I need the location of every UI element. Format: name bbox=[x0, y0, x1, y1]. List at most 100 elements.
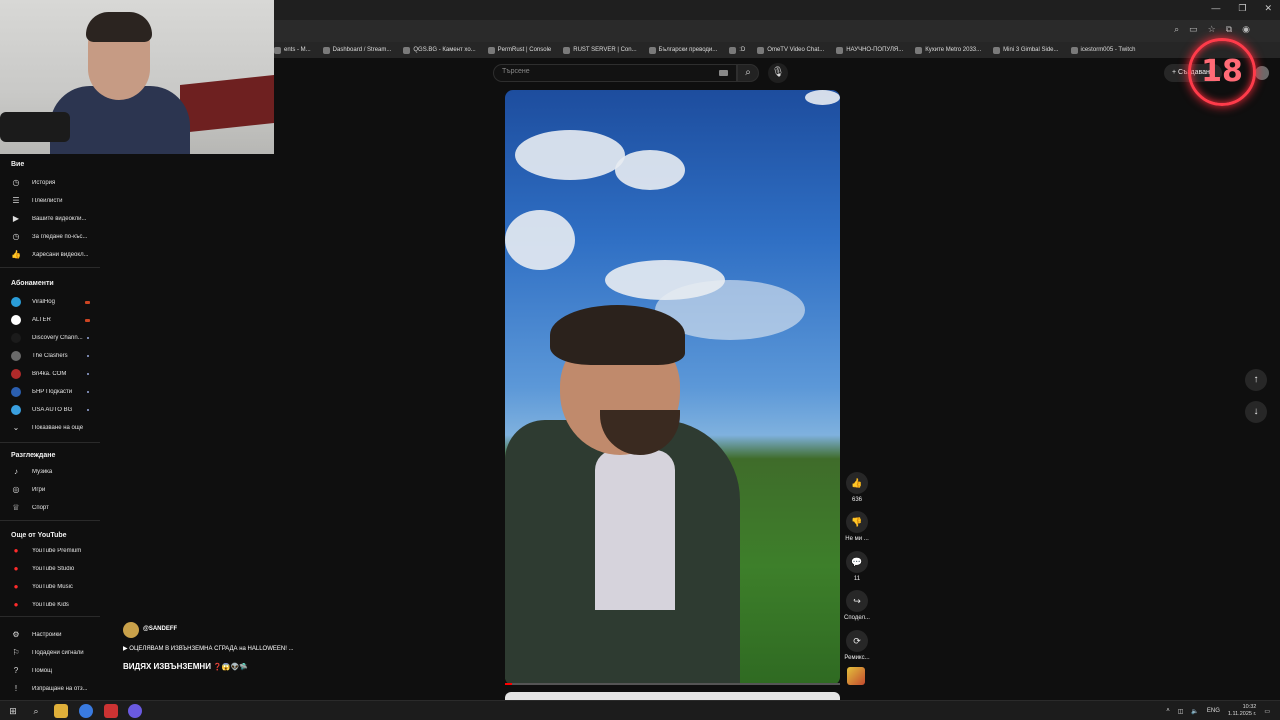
bookmark-item[interactable]: Mini 3 Gimbal Side... bbox=[993, 46, 1059, 54]
bookmark-item[interactable]: QGS.BG - Камент хо... bbox=[403, 46, 476, 54]
subscription-item[interactable]: БНР Подкасти bbox=[0, 384, 104, 400]
app-icon[interactable] bbox=[104, 704, 118, 718]
account-avatar[interactable] bbox=[1255, 66, 1269, 80]
profile-icon[interactable]: ◉ bbox=[1242, 24, 1250, 35]
sidebar-item[interactable]: 👍 Харесани видеокл... bbox=[0, 247, 104, 263]
cast-icon[interactable]: ▭ bbox=[1189, 24, 1198, 35]
youtube-app-item[interactable]: ● YouTube Music bbox=[0, 579, 104, 595]
youtube-app-item[interactable]: ● YouTube Kids bbox=[0, 597, 104, 613]
subscription-item[interactable]: Bri4ka. COM bbox=[0, 366, 104, 382]
sidebar-item[interactable]: ! Изпращане на отз... bbox=[0, 681, 104, 697]
bookmark-item[interactable]: RUST SERVER | Con... bbox=[563, 46, 637, 54]
sidebar-item-label: Музика bbox=[32, 469, 53, 475]
sidebar-item[interactable]: ◷ За гледане по-къс... bbox=[0, 229, 104, 245]
sidebar-item[interactable]: ♕ Спорт bbox=[0, 500, 104, 516]
notifications-icon[interactable]: ▭ bbox=[1264, 708, 1270, 715]
sidebar-section-more[interactable]: Още от YouTube bbox=[11, 532, 67, 539]
sidebar-section-subscriptions[interactable]: Абонаменти bbox=[11, 280, 54, 287]
youtube-app-item[interactable]: ● YouTube Studio bbox=[0, 561, 104, 577]
search-icon[interactable]: ⌕ bbox=[29, 704, 43, 718]
windows-taskbar: ⊞ ⌕ ˄ ◫ 🔈 ENG 10:32 1.11.2025 г. ▭ bbox=[0, 700, 1280, 720]
minimize-icon[interactable]: — bbox=[1211, 3, 1220, 14]
video-progress-bar[interactable] bbox=[505, 683, 840, 685]
bookmark-favicon-icon bbox=[1070, 46, 1078, 54]
related-video-link[interactable]: ▶ ОЦЕЛЯВАМ В ИЗВЪНЗЕМНА СГРАДА на HALLOW… bbox=[123, 645, 294, 652]
share-button[interactable]: ↪ Сподел... bbox=[843, 590, 871, 621]
sidebar-item[interactable]: ♪ Музика bbox=[0, 464, 104, 480]
file-explorer-icon[interactable] bbox=[54, 704, 68, 718]
previous-short-button[interactable]: ↑ bbox=[1245, 369, 1267, 391]
remix-button[interactable]: ⟳ Ремикс... bbox=[843, 630, 871, 661]
sports-icon: ♕ bbox=[12, 503, 20, 512]
channel-name[interactable]: @SANDEFF bbox=[143, 626, 177, 632]
search-icon: ⌕ bbox=[745, 67, 751, 78]
sidebar: Вие ◷ История ☰ Плейлисти ▶ Вашите видеокли...… bbox=[0, 156, 104, 696]
clock[interactable]: 10:32 1.11.2025 г. bbox=[1228, 704, 1256, 718]
like-icon: 👍 bbox=[846, 472, 868, 494]
subscription-item[interactable]: ALTER bbox=[0, 312, 104, 328]
bookmark-star-icon[interactable]: ☆ bbox=[1208, 24, 1216, 35]
bookmark-item[interactable]: icestorm005 - Twitch bbox=[1070, 46, 1135, 54]
sidebar-item[interactable]: ◷ История bbox=[0, 175, 104, 191]
channel-avatar[interactable] bbox=[123, 622, 139, 638]
extensions-icon[interactable]: ⧉ bbox=[1226, 24, 1232, 35]
show-more-button[interactable]: ⌄ Показване на още bbox=[0, 420, 104, 436]
next-short-button[interactable]: ↓ bbox=[1245, 401, 1267, 423]
sidebar-section-explore[interactable]: Разглеждане bbox=[11, 452, 55, 459]
bookmark-item[interactable]: Кухите Metro 2033... bbox=[915, 46, 981, 54]
short-video-player[interactable] bbox=[505, 90, 840, 685]
chrome-icon[interactable] bbox=[79, 704, 93, 718]
keyboard-icon[interactable] bbox=[719, 70, 728, 76]
subscription-item[interactable]: Discovery Chann... bbox=[0, 330, 104, 346]
bookmark-label: Dashboard / Stream... bbox=[332, 47, 392, 53]
sidebar-item-label: История bbox=[32, 180, 56, 186]
remix-icon: ⟳ bbox=[846, 630, 868, 652]
obs-icon[interactable] bbox=[128, 704, 142, 718]
dislike-button[interactable]: 👎 Не ми ... bbox=[843, 511, 871, 542]
bookmark-item[interactable]: НАУЧНО-ПОПУЛЯ... bbox=[836, 46, 903, 54]
subscription-item[interactable]: ViralHog bbox=[0, 294, 104, 310]
close-icon[interactable]: ✕ bbox=[1264, 3, 1272, 14]
sidebar-item-label: Настройки bbox=[32, 632, 62, 638]
channel-avatar-icon bbox=[11, 333, 21, 343]
tray-chevron-icon[interactable]: ˄ bbox=[1166, 708, 1170, 714]
search-input[interactable]: Търсене bbox=[493, 64, 737, 82]
bookmark-item[interactable]: ents - M... bbox=[274, 46, 311, 54]
sidebar-section-you[interactable]: Вие bbox=[11, 161, 24, 168]
new-content-dot bbox=[87, 409, 89, 411]
bookmark-item[interactable]: :D bbox=[729, 46, 745, 54]
sidebar-divider bbox=[0, 267, 100, 268]
bookmark-label: RUST SERVER | Con... bbox=[573, 47, 637, 53]
sidebar-item[interactable]: ⚐ Подадени сигнали bbox=[0, 645, 104, 661]
sidebar-item[interactable]: ◎ Игри bbox=[0, 482, 104, 498]
history-icon: ◷ bbox=[12, 178, 20, 187]
language-indicator[interactable]: ENG bbox=[1207, 708, 1220, 714]
search-button[interactable]: ⌕ bbox=[737, 64, 759, 82]
bookmark-label: Български преводи... bbox=[658, 47, 718, 53]
bookmark-item[interactable]: OmeTV Video Chat... bbox=[757, 46, 824, 54]
subscription-item[interactable]: The Clashers bbox=[0, 348, 104, 364]
arrow-down-icon: ↓ bbox=[1253, 406, 1259, 417]
bookmark-item[interactable]: Български преводи... bbox=[648, 46, 718, 54]
sidebar-item[interactable]: ? Помощ bbox=[0, 663, 104, 679]
zoom-icon[interactable]: ⌕ bbox=[1174, 24, 1179, 35]
start-icon[interactable]: ⊞ bbox=[6, 704, 20, 718]
restore-icon[interactable]: ❐ bbox=[1238, 3, 1246, 14]
webcam-overlay bbox=[0, 0, 274, 154]
live-indicator bbox=[85, 319, 90, 322]
bookmark-favicon-icon bbox=[836, 46, 844, 54]
like-button[interactable]: 👍 636 bbox=[843, 472, 871, 503]
subscription-item[interactable]: USA AUTO BG bbox=[0, 402, 104, 418]
sidebar-item[interactable]: ▶ Вашите видеокли... bbox=[0, 211, 104, 227]
sidebar-item-label: YouTube Studio bbox=[32, 566, 75, 572]
volume-icon[interactable]: 🔈 bbox=[1191, 708, 1198, 715]
comment-button[interactable]: 💬 11 bbox=[843, 551, 871, 582]
youtube-app-item[interactable]: ● YouTube Premium bbox=[0, 543, 104, 559]
sidebar-item[interactable]: ⚙ Настройки bbox=[0, 627, 104, 643]
network-icon[interactable]: ◫ bbox=[1178, 708, 1184, 715]
bookmark-item[interactable]: Dashboard / Stream... bbox=[322, 46, 392, 54]
sidebar-item[interactable]: ☰ Плейлисти bbox=[0, 193, 104, 209]
voice-search-button[interactable]: 🎙 bbox=[768, 63, 788, 83]
bookmark-item[interactable]: PermRust | Console bbox=[487, 46, 551, 54]
sound-thumbnail[interactable] bbox=[847, 667, 865, 685]
